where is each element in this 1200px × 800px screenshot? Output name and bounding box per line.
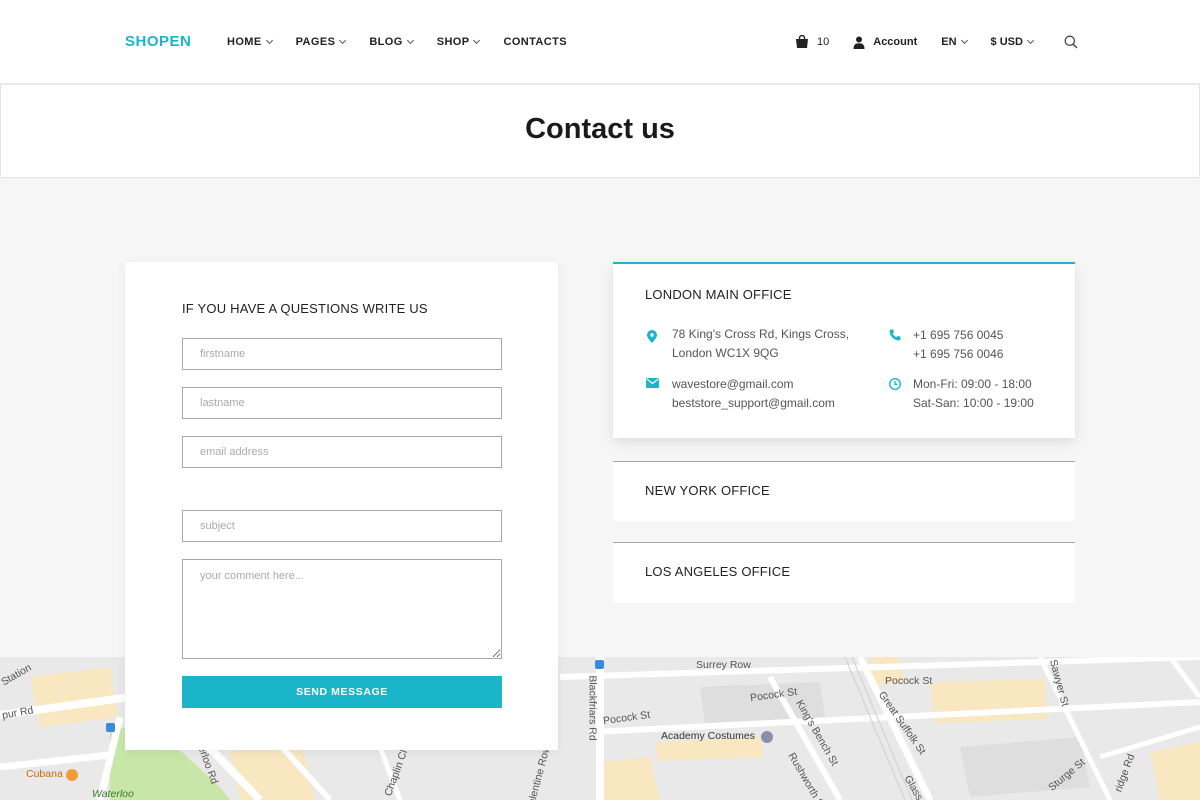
phone-number[interactable]: +1 695 756 0045 bbox=[913, 326, 1003, 345]
user-icon bbox=[853, 36, 865, 49]
map-label: Waterloo bbox=[92, 788, 134, 800]
chevron-down-icon bbox=[473, 36, 481, 45]
phone-number[interactable]: +1 695 756 0046 bbox=[913, 345, 1003, 364]
envelope-icon bbox=[646, 378, 659, 388]
chevron-down-icon bbox=[1026, 36, 1034, 45]
account-label: Account bbox=[873, 36, 918, 48]
map-label: Blackfriars Rd bbox=[586, 675, 599, 741]
page-title-bar: Contact us bbox=[0, 84, 1200, 178]
page-title: Contact us bbox=[525, 113, 675, 145]
london-hours: Mon-Fri: 09:00 - 18:00 Sat-San: 10:00 - … bbox=[913, 375, 1034, 412]
nav-label: SHOP bbox=[436, 36, 470, 48]
phone-icon bbox=[889, 329, 901, 341]
map-label: Surrey Row bbox=[696, 659, 751, 671]
nav-label: PAGES bbox=[295, 36, 336, 48]
email-input[interactable] bbox=[182, 436, 502, 468]
office-london[interactable]: LONDON MAIN OFFICE 78 King's Cross Rd, K… bbox=[613, 262, 1075, 438]
firstname-input[interactable] bbox=[182, 338, 502, 370]
nav-item-shop[interactable]: SHOP bbox=[436, 36, 481, 48]
cart-count: 10 bbox=[817, 36, 830, 48]
chevron-down-icon bbox=[406, 36, 414, 45]
language-select[interactable]: EN bbox=[941, 36, 968, 48]
map-label: Cubana bbox=[26, 768, 63, 780]
search-button[interactable] bbox=[1064, 35, 1078, 54]
nav-label: HOME bbox=[227, 36, 262, 48]
london-phones: +1 695 756 0045 +1 695 756 0046 bbox=[913, 326, 1003, 363]
send-message-button[interactable]: SEND MESSAGE bbox=[182, 676, 502, 708]
contact-form-card: IF YOU HAVE A QUESTIONS WRITE US SEND ME… bbox=[125, 262, 558, 750]
office-title: LOS ANGELES OFFICE bbox=[645, 564, 791, 579]
hours-line: Sat-San: 10:00 - 19:00 bbox=[913, 395, 1034, 410]
search-icon bbox=[1064, 35, 1078, 49]
office-los-angeles[interactable]: LOS ANGELES OFFICE bbox=[613, 542, 1075, 603]
email-link[interactable]: beststore_support@gmail.com bbox=[672, 394, 835, 413]
language-value: EN bbox=[941, 36, 957, 48]
cart-button[interactable]: 10 bbox=[795, 35, 829, 49]
site-logo[interactable]: SHOPEN bbox=[125, 33, 191, 50]
nav-item-contacts[interactable]: CONTACTS bbox=[503, 36, 567, 48]
nav-label: CONTACTS bbox=[503, 36, 567, 48]
nav-item-home[interactable]: HOME bbox=[227, 36, 273, 48]
london-emails: wavestore@gmail.com beststore_support@gm… bbox=[672, 375, 835, 412]
office-title: NEW YORK OFFICE bbox=[645, 483, 770, 498]
chevron-down-icon bbox=[960, 36, 968, 45]
comment-textarea[interactable] bbox=[182, 559, 502, 659]
london-address: 78 King's Cross Rd, Kings Cross, London … bbox=[672, 325, 849, 362]
address-line: London WC1X 9QG bbox=[672, 345, 779, 360]
subject-input[interactable] bbox=[182, 510, 502, 542]
main-nav: HOME PAGES BLOG SHOP CONTACTS bbox=[227, 36, 591, 48]
map-label: Pocock St bbox=[885, 675, 933, 687]
hours-line: Mon-Fri: 09:00 - 18:00 bbox=[913, 377, 1032, 391]
map-label: Academy Costumes bbox=[661, 730, 755, 742]
nav-item-blog[interactable]: BLOG bbox=[369, 36, 414, 48]
currency-select[interactable]: $ USD bbox=[990, 36, 1034, 48]
clock-icon bbox=[889, 378, 901, 390]
chevron-down-icon bbox=[339, 36, 347, 45]
chevron-down-icon bbox=[265, 36, 273, 45]
email-link[interactable]: wavestore@gmail.com bbox=[672, 375, 835, 394]
nav-label: BLOG bbox=[369, 36, 403, 48]
account-button[interactable]: Account bbox=[853, 36, 917, 49]
office-title: LONDON MAIN OFFICE bbox=[645, 287, 792, 302]
header-tools: 10 Account EN $ USD bbox=[795, 33, 1034, 51]
form-heading: IF YOU HAVE A QUESTIONS WRITE US bbox=[182, 301, 428, 316]
nav-item-pages[interactable]: PAGES bbox=[295, 36, 347, 48]
lastname-input[interactable] bbox=[182, 387, 502, 419]
site-header: SHOPEN HOME PAGES BLOG SHOP CONTACTS 10 … bbox=[0, 0, 1200, 84]
shopping-bag-icon bbox=[796, 35, 808, 48]
address-line: 78 King's Cross Rd, Kings Cross, bbox=[672, 327, 850, 341]
currency-value: $ USD bbox=[990, 36, 1023, 48]
office-new-york[interactable]: NEW YORK OFFICE bbox=[613, 461, 1075, 521]
map-pin-icon bbox=[647, 330, 657, 343]
